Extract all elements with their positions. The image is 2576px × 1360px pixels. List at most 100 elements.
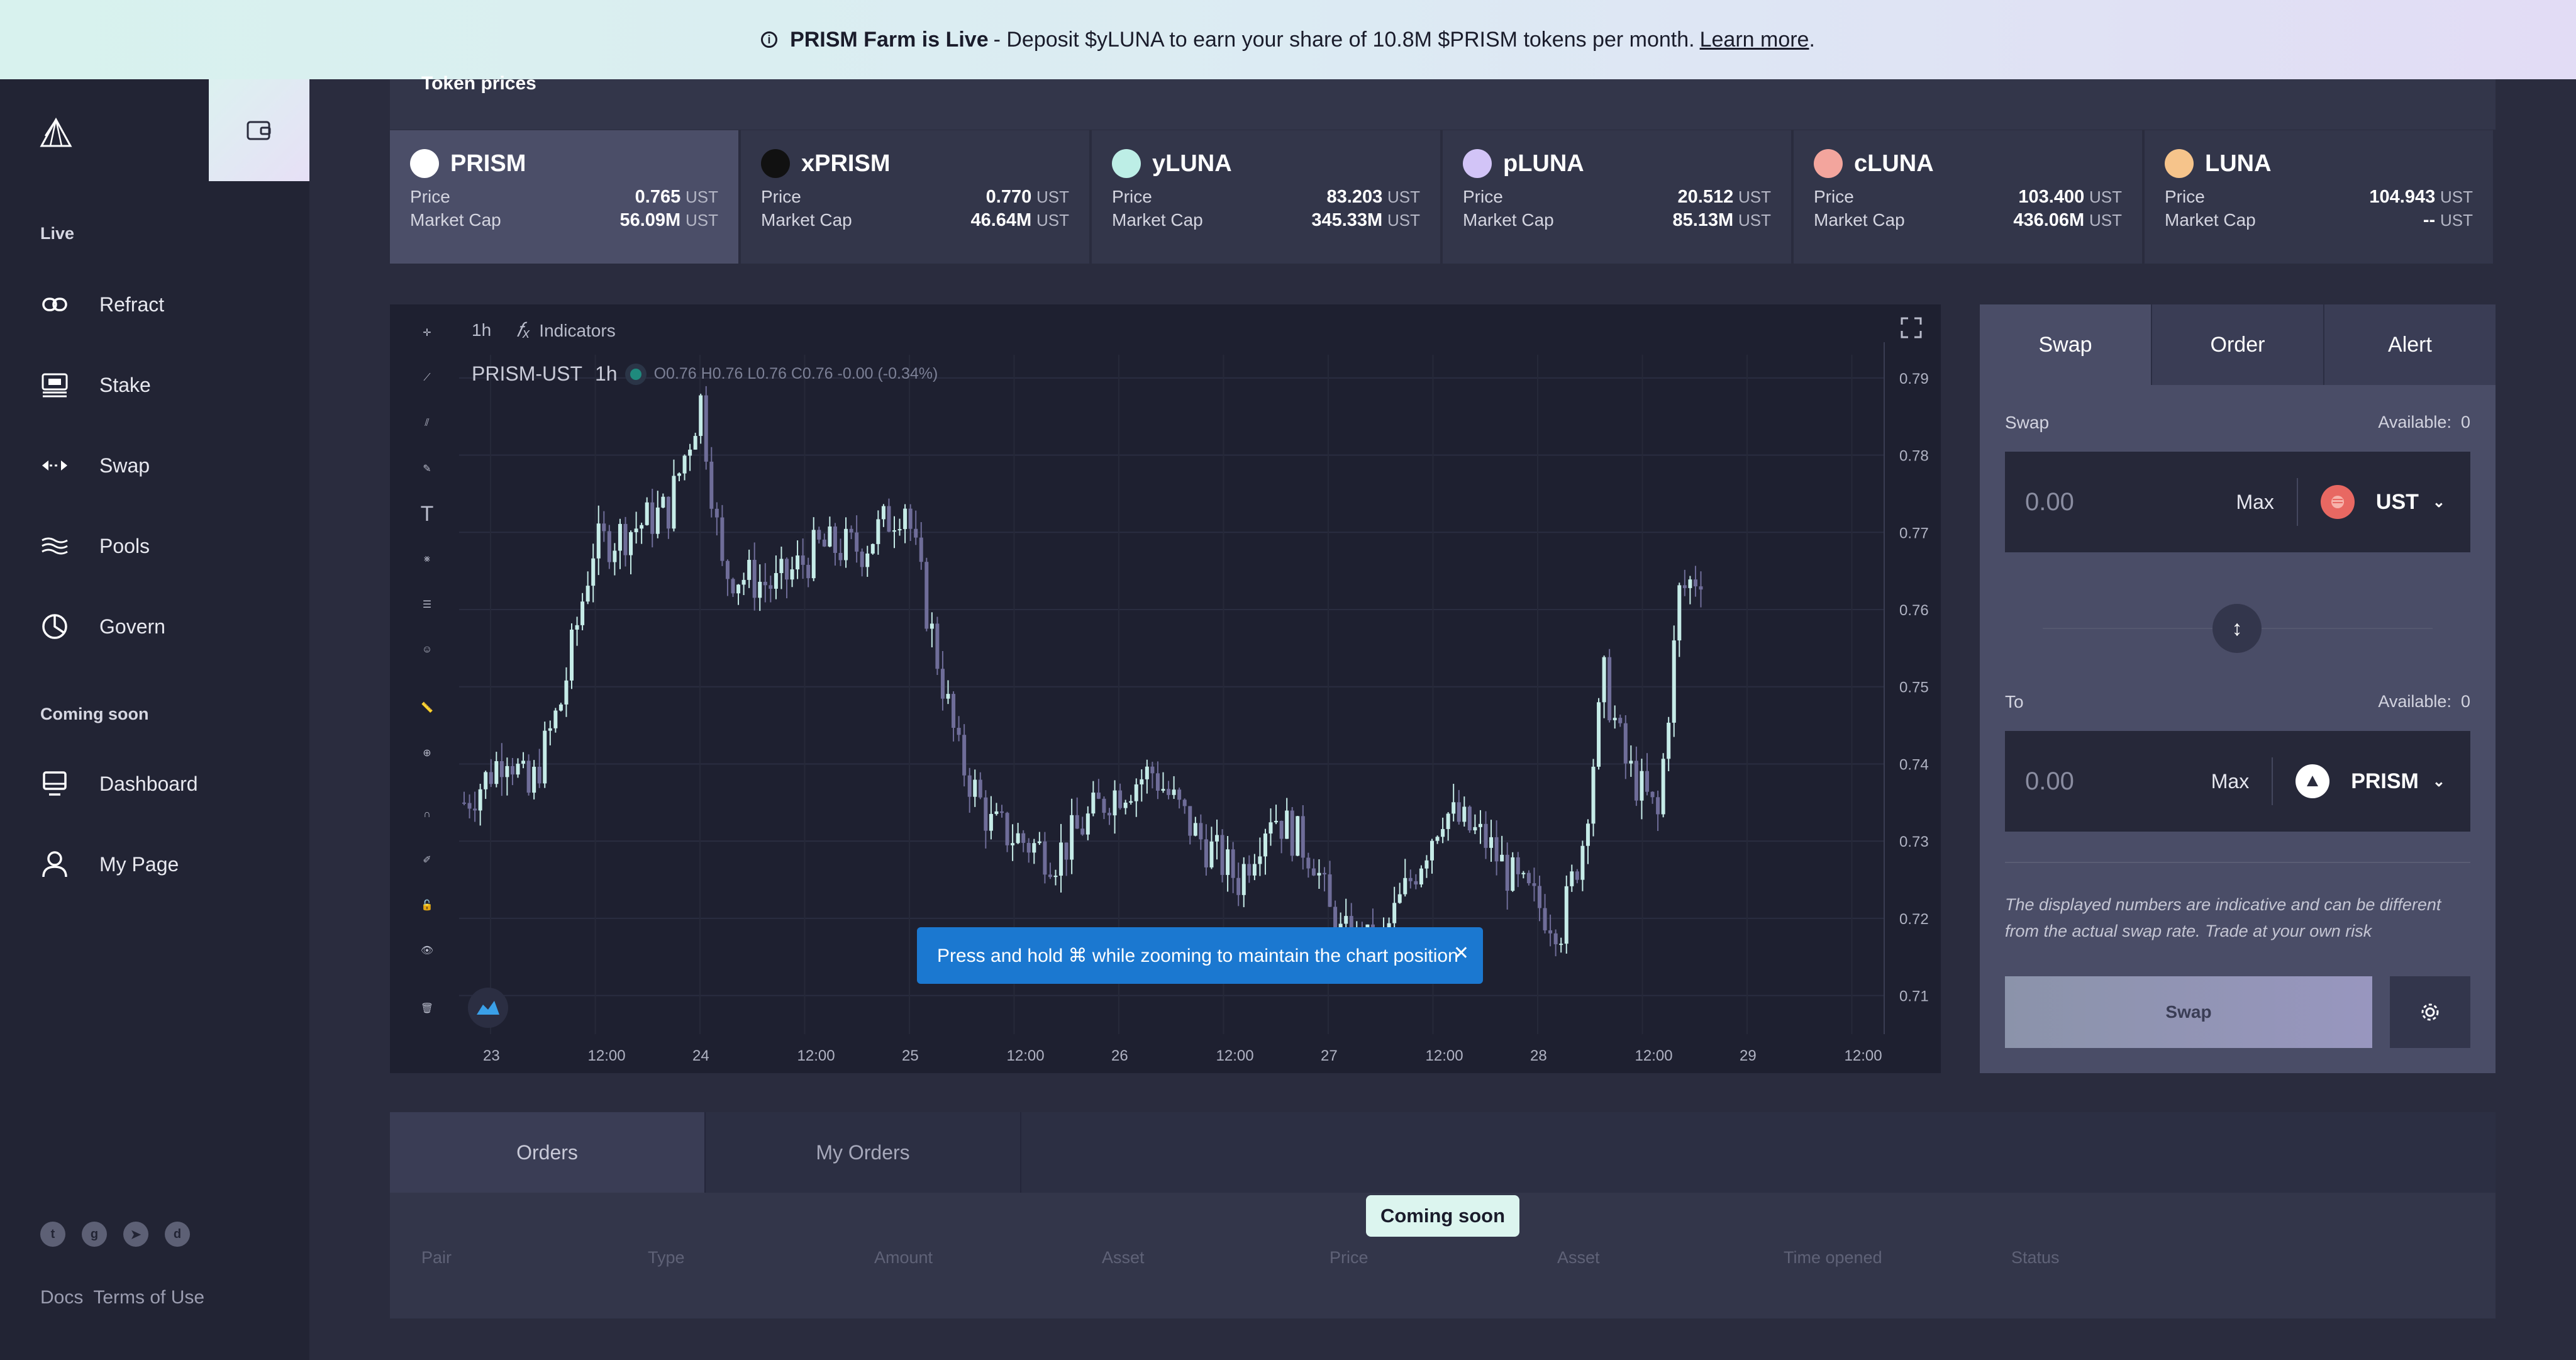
candle-body: [1011, 843, 1015, 845]
pie-chart-icon: [40, 612, 69, 641]
column-header[interactable]: Status: [2011, 1248, 2060, 1268]
magnet-icon[interactable]: ∩: [413, 800, 441, 829]
to-max-button[interactable]: Max: [2211, 770, 2249, 793]
candle-body: [1667, 722, 1671, 759]
price-card-yluna[interactable]: yLUNA Price 83.203 UST Market Cap 345.33M US…: [1092, 130, 1440, 264]
column-header[interactable]: Type: [648, 1248, 685, 1268]
ohlc-values: O0.76 H0.76 L0.76 C0.76 -0.00 (-0.34%): [653, 365, 938, 382]
github-icon[interactable]: g: [82, 1222, 107, 1247]
tab-swap[interactable]: Swap: [1980, 304, 2151, 385]
candle-body: [693, 436, 697, 450]
column-header[interactable]: Asset: [1102, 1248, 1145, 1268]
sidebar-item-refract[interactable]: Refract: [40, 286, 164, 323]
sidebar-item-my-page[interactable]: My Page: [40, 845, 179, 883]
column-header[interactable]: Price: [1330, 1248, 1368, 1268]
y-tick-label: 0.71: [1899, 988, 1929, 1005]
zoom-hint-toast: Press and hold ⌘ while zooming to mainta…: [917, 927, 1483, 984]
telegram-icon[interactable]: ➤: [123, 1222, 148, 1247]
column-header[interactable]: Amount: [874, 1248, 933, 1268]
discord-icon[interactable]: d: [165, 1222, 190, 1247]
market-cap-row: Market Cap 345.33M UST: [1112, 210, 1420, 230]
fib-tool-icon[interactable]: ⫽: [413, 409, 441, 438]
tab-order[interactable]: Order: [2151, 304, 2323, 385]
candle-body: [865, 553, 870, 567]
prism-logo[interactable]: [39, 117, 73, 151]
candle-body: [602, 523, 606, 532]
zoom-in-icon[interactable]: ⊕: [413, 739, 441, 767]
tab-orders[interactable]: Orders: [390, 1112, 706, 1193]
brush-icon[interactable]: ✎: [413, 454, 441, 483]
candle-body: [1220, 835, 1224, 875]
wallet-button[interactable]: [209, 79, 309, 181]
column-header[interactable]: Time opened: [1784, 1248, 1882, 1268]
to-amount-input[interactable]: 0.00: [2005, 767, 2211, 796]
column-header[interactable]: Asset: [1557, 1248, 1600, 1268]
forecast-icon[interactable]: ☰: [413, 590, 441, 619]
sidebar-item-govern[interactable]: Govern: [40, 608, 165, 645]
crosshair-icon[interactable]: ✛: [413, 318, 441, 347]
candle-body: [1511, 857, 1515, 891]
candle-body: [1693, 579, 1697, 587]
price-row: Price 20.512 UST: [1463, 187, 1771, 207]
column-header[interactable]: Pair: [421, 1248, 452, 1268]
trend-line-icon[interactable]: ⟋: [413, 364, 441, 393]
price-card-luna[interactable]: LUNA Price 104.943 UST Market Cap -- UST: [2145, 130, 2493, 264]
candle-body: [1269, 822, 1273, 834]
trash-icon[interactable]: 🗑: [413, 994, 441, 1023]
indicators-button[interactable]: 𝑓ₓ Indicators: [516, 318, 616, 342]
token-icon: [1112, 149, 1141, 178]
eye-icon[interactable]: 👁: [413, 936, 441, 965]
from-asset-selector[interactable]: UST ⌄: [2320, 485, 2445, 519]
sidebar-item-pools[interactable]: Pools: [40, 527, 150, 565]
terms-link[interactable]: Terms of Use: [93, 1287, 204, 1308]
wallet-icon: [247, 121, 271, 140]
to-asset-selector[interactable]: PRISM ⌄: [2296, 764, 2445, 798]
sidebar-item-swap[interactable]: Swap: [40, 447, 150, 484]
tradingview-logo[interactable]: [468, 988, 508, 1028]
slippage-settings-button[interactable]: [2390, 976, 2470, 1048]
candle-body: [1430, 840, 1434, 861]
close-icon[interactable]: ✕: [1453, 942, 1469, 964]
price-card-cluna[interactable]: cLUNA Price 103.400 UST Market Cap 436.06M U…: [1794, 130, 2142, 264]
monitor-icon: [40, 769, 69, 798]
price-chart-panel[interactable]: 0.79 0.78 0.77 0.76 0.75 0.74 0.73 0.72 0.71 23 12…: [390, 304, 1941, 1073]
sidebar-item-dashboard[interactable]: Dashboard: [40, 765, 198, 803]
lock-icon[interactable]: 🔓: [413, 891, 441, 920]
candle-body: [1419, 868, 1423, 885]
flip-direction-button[interactable]: ↕: [2212, 604, 2262, 653]
price-card-prism[interactable]: PRISM Price 0.765 UST Market Cap 56.09M UST: [390, 130, 738, 264]
learn-more-link[interactable]: Learn more: [1700, 28, 1809, 52]
candle-body: [725, 560, 730, 579]
emoji-icon[interactable]: ☺: [413, 635, 441, 664]
swap-button[interactable]: Swap: [2005, 976, 2372, 1048]
candle-body: [1408, 878, 1413, 881]
candle-body: [1096, 792, 1101, 799]
y-tick-label: 0.79: [1899, 371, 1929, 387]
tab-alert[interactable]: Alert: [2323, 304, 2496, 385]
candle-body: [758, 581, 762, 598]
candle-body: [1489, 837, 1494, 848]
docs-link[interactable]: Docs: [40, 1287, 83, 1308]
tab-my-orders[interactable]: My Orders: [706, 1112, 1021, 1193]
candle-body: [914, 528, 918, 538]
sidebar-item-stake[interactable]: Stake: [40, 366, 151, 404]
to-asset-label: PRISM: [2351, 769, 2419, 793]
fullscreen-icon[interactable]: [1901, 317, 1922, 342]
price-card-xprism[interactable]: xPRISM Price 0.770 UST Market Cap 46.64M UST: [741, 130, 1089, 264]
candle-body: [1623, 723, 1628, 764]
text-tool-icon[interactable]: T: [413, 499, 441, 528]
pencil-lock-icon[interactable]: ✐: [413, 845, 441, 874]
from-amount-input[interactable]: 0.00: [2005, 488, 2236, 516]
ruler-icon[interactable]: 📏: [413, 693, 441, 722]
pattern-icon[interactable]: ⨳: [413, 545, 441, 574]
token-icon: [1814, 149, 1843, 178]
candle-body: [973, 779, 977, 797]
candle-body: [952, 694, 956, 728]
chevron-down-icon: ⌄: [2432, 493, 2445, 511]
candle-body: [1344, 916, 1348, 924]
from-max-button[interactable]: Max: [2236, 491, 2273, 514]
price-card-pluna[interactable]: pLUNA Price 20.512 UST Market Cap 85.13M UST: [1443, 130, 1791, 264]
interval-selector[interactable]: 1h: [472, 320, 491, 340]
candle-body: [1032, 843, 1036, 853]
twitter-icon[interactable]: t: [40, 1222, 65, 1247]
